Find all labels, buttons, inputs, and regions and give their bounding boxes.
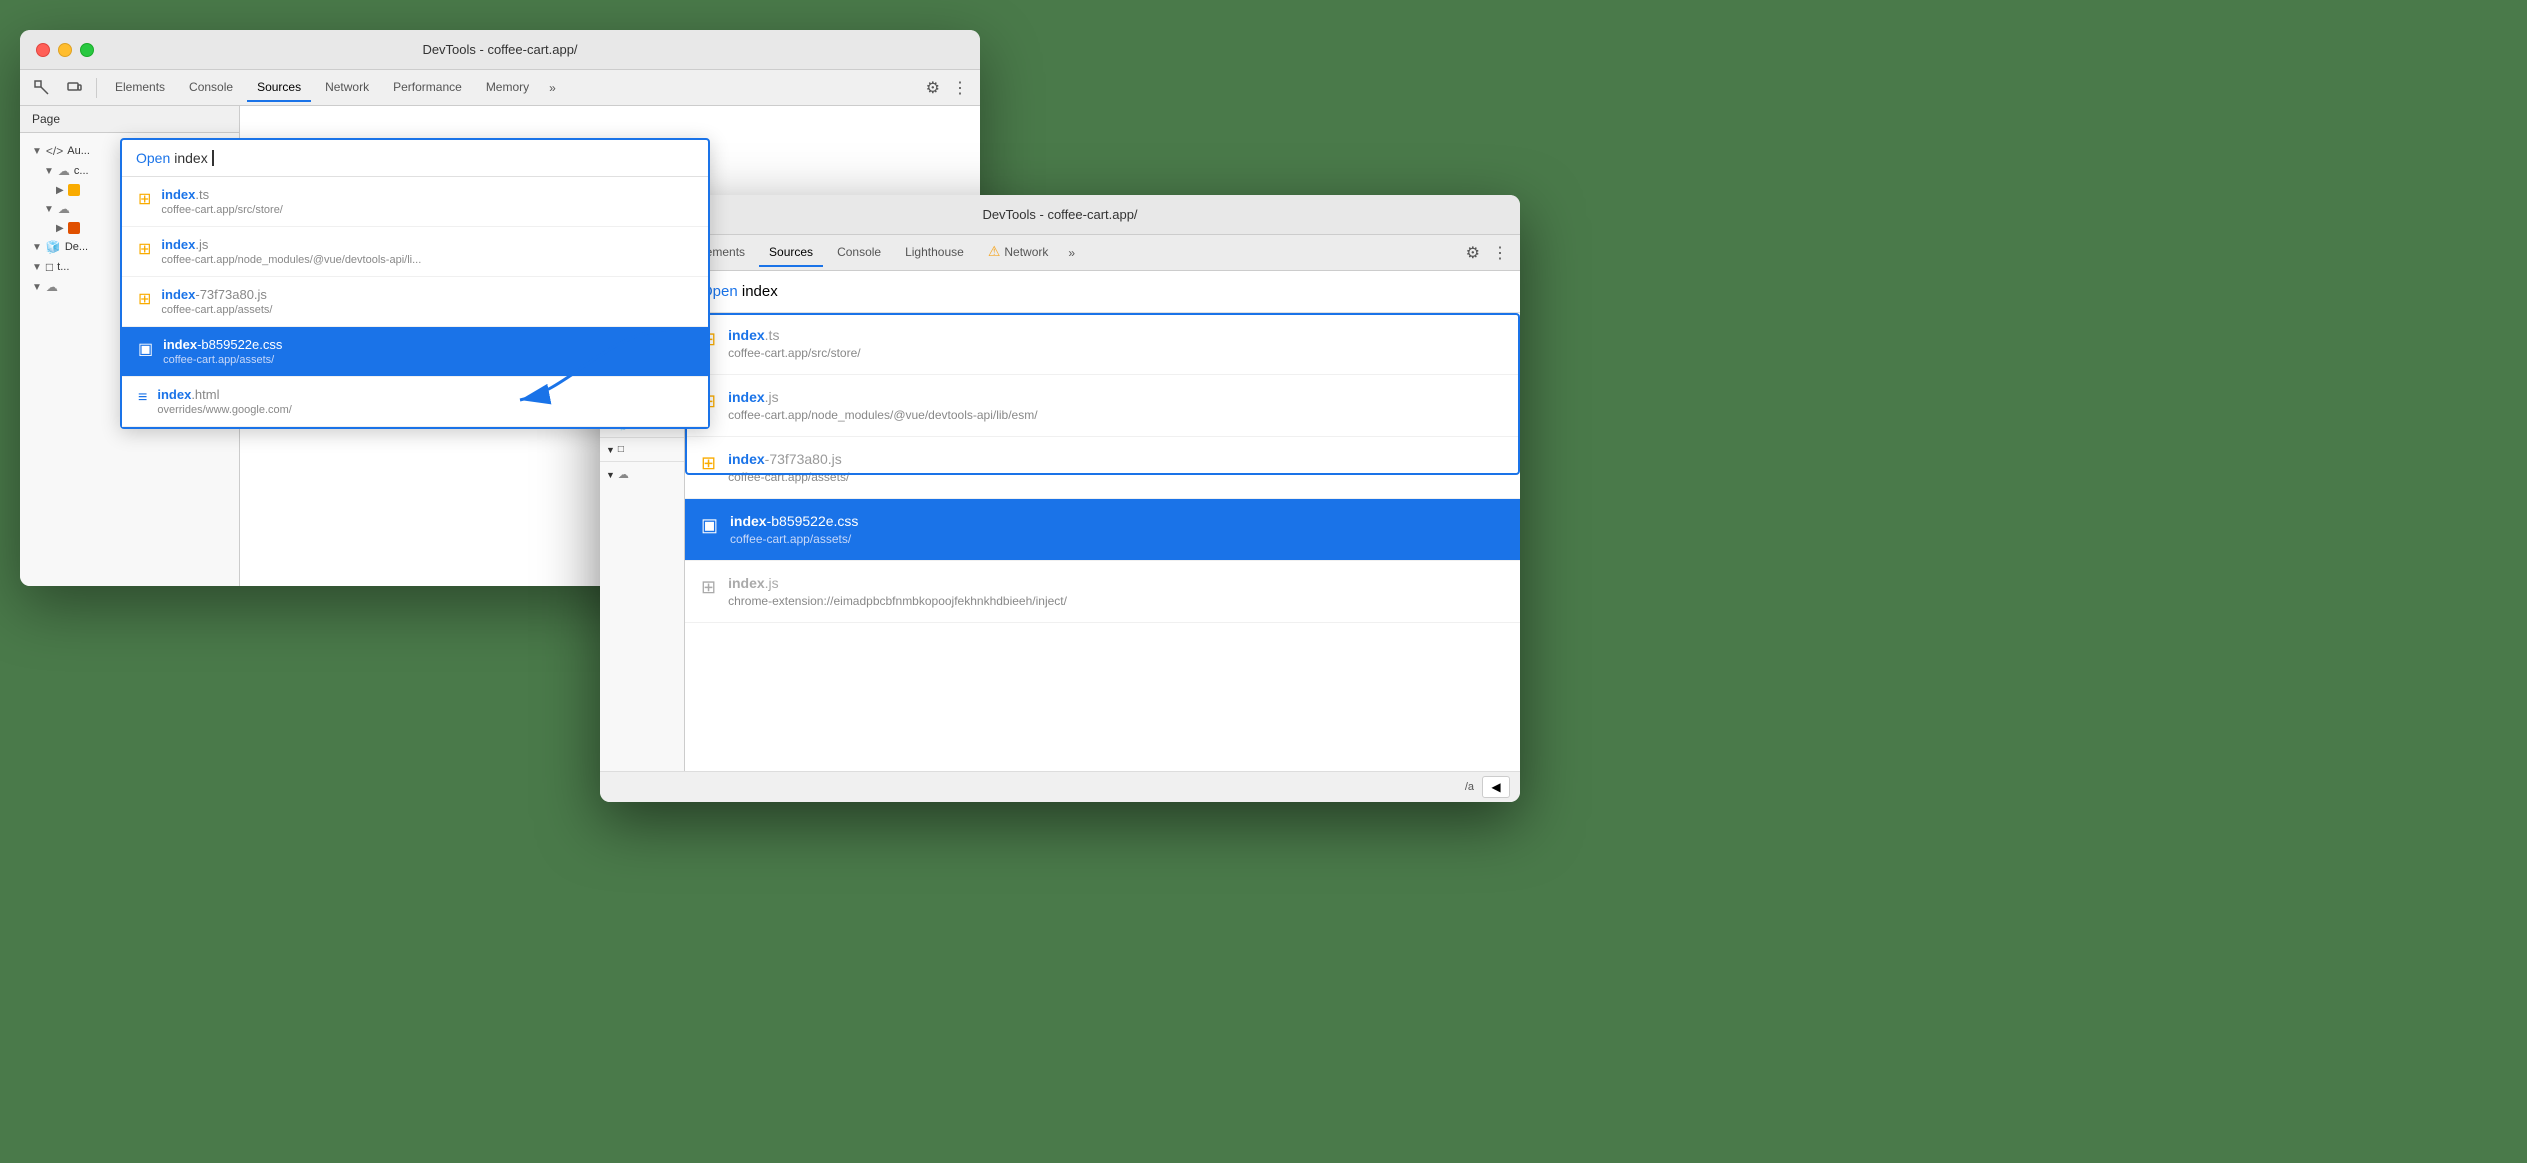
more-options-icon-back[interactable]: ⋮	[948, 74, 972, 102]
inspect-icon[interactable]	[28, 74, 56, 102]
settings-icon-back[interactable]: ⚙	[922, 74, 944, 102]
file-name-js-back: index.js	[161, 237, 692, 252]
more-tabs-back[interactable]: »	[543, 77, 562, 99]
front-file-path-css: coffee-cart.app/assets/	[730, 532, 858, 546]
file-icon-ts: ⊞	[138, 189, 151, 209]
file-icon-html: ≡	[138, 389, 147, 407]
tab-console-back[interactable]: Console	[179, 74, 243, 102]
front-tree-8[interactable]: ▼ ☁	[600, 464, 684, 485]
front-file-icon-ext-js: ⊞	[701, 577, 716, 598]
cursor	[212, 150, 214, 166]
close-button-back[interactable]	[36, 43, 50, 57]
tab-lighthouse-front[interactable]: Lighthouse	[895, 239, 974, 267]
collapse-button[interactable]: ◀	[1482, 776, 1510, 798]
front-file-result-index-hash-js[interactable]: ⊞ index-73f73a80.js coffee-cart.app/asse…	[685, 437, 1520, 499]
front-open-file-panel: Open index ⊞ index.ts coffee-cart.app/sr…	[685, 271, 1520, 771]
front-file-name-css: index-b859522e.css	[730, 513, 858, 529]
front-file-result-index-css[interactable]: ▣ index-b859522e.css coffee-cart.app/ass…	[685, 499, 1520, 561]
file-result-index-js-back[interactable]: ⊞ index.js coffee-cart.app/node_modules/…	[122, 227, 708, 277]
front-file-name-ts: index.ts	[728, 327, 861, 343]
maximize-button-back[interactable]	[80, 43, 94, 57]
more-options-icon-front[interactable]: ⋮	[1488, 239, 1512, 267]
file-path-js-back: coffee-cart.app/node_modules/@vue/devtoo…	[161, 254, 692, 266]
tab-network-front[interactable]: ⚠ Network	[978, 237, 1059, 268]
front-file-path-ts: coffee-cart.app/src/store/	[728, 346, 861, 360]
tab-performance-back[interactable]: Performance	[383, 74, 472, 102]
front-status-bar: /a ◀	[600, 771, 1520, 802]
file-path-ts-back: coffee-cart.app/src/store/	[161, 204, 692, 216]
front-tree-7[interactable]: ▼ □	[600, 440, 684, 459]
tab-elements-back[interactable]: Elements	[105, 74, 175, 102]
tab-console-front[interactable]: Console	[827, 239, 891, 267]
tab-sources-front[interactable]: Sources	[759, 239, 823, 267]
file-name-ts-back: index.ts	[161, 187, 692, 202]
front-file-icon-hash-js: ⊞	[701, 453, 716, 474]
front-divider-3	[600, 437, 684, 438]
file-icon-css: ▣	[138, 339, 153, 359]
warning-icon: ⚠	[988, 243, 1001, 260]
front-divider-4	[600, 461, 684, 462]
tab-sources-back[interactable]: Sources	[247, 74, 311, 102]
front-file-path-hash-js: coffee-cart.app/assets/	[728, 470, 849, 484]
sidebar-tab-page[interactable]: Page	[20, 106, 239, 133]
front-file-result-index-js[interactable]: ⊞ index.js coffee-cart.app/node_modules/…	[685, 375, 1520, 437]
tab-network-back[interactable]: Network	[315, 74, 379, 102]
separator-1	[96, 78, 97, 98]
arrow-overlay	[490, 310, 690, 435]
settings-icon-front[interactable]: ⚙	[1462, 239, 1484, 267]
front-file-path-ext-js: chrome-extension://eimadpbcbfnmbkopoojfe…	[728, 594, 1067, 608]
titlebar-back: DevTools - coffee-cart.app/	[20, 30, 980, 70]
device-toggle-icon[interactable]	[60, 74, 88, 102]
front-sources-panel: Page ▼ </> Au... ▼ ☁ ▼ ☁ ▼	[600, 271, 1520, 771]
front-file-icon-css: ▣	[701, 515, 718, 536]
front-file-result-index-ts[interactable]: ⊞ index.ts coffee-cart.app/src/store/	[685, 313, 1520, 375]
front-file-name-ext-js: index.js	[728, 575, 1067, 591]
file-icon-js: ⊞	[138, 239, 151, 259]
more-tabs-front[interactable]: »	[1062, 242, 1081, 264]
front-open-input[interactable]: index	[742, 283, 778, 300]
file-result-index-ts-back[interactable]: ⊞ index.ts coffee-cart.app/src/store/	[122, 177, 708, 227]
front-file-name-hash-js: index-73f73a80.js	[728, 451, 849, 467]
devtools-toolbar-front: Elements Sources Console Lighthouse ⚠ Ne…	[600, 235, 1520, 271]
front-file-path-js: coffee-cart.app/node_modules/@vue/devtoo…	[728, 408, 1037, 422]
open-label-back: Open	[136, 150, 170, 166]
titlebar-front: DevTools - coffee-cart.app/	[600, 195, 1520, 235]
front-open-file-header: Open index	[685, 271, 1520, 313]
traffic-lights-back	[36, 43, 94, 57]
devtools-toolbar-back: Elements Console Sources Network Perform…	[20, 70, 980, 106]
open-input-text-back[interactable]: index	[174, 150, 207, 166]
file-icon-hash-js: ⊞	[138, 289, 151, 309]
devtools-window-front: DevTools - coffee-cart.app/ Elements Sou…	[600, 195, 1520, 802]
tab-memory-back[interactable]: Memory	[476, 74, 539, 102]
file-name-hash-js-back: index-73f73a80.js	[161, 287, 692, 302]
front-file-result-ext-js[interactable]: ⊞ index.js chrome-extension://eimadpbcbf…	[685, 561, 1520, 623]
window-title-front: DevTools - coffee-cart.app/	[982, 207, 1137, 222]
front-file-name-js: index.js	[728, 389, 1037, 405]
minimize-button-back[interactable]	[58, 43, 72, 57]
status-text: /a	[1465, 781, 1474, 793]
front-results-container: ⊞ index.ts coffee-cart.app/src/store/ ⊞ …	[685, 313, 1520, 437]
window-title-back: DevTools - coffee-cart.app/	[422, 42, 577, 57]
